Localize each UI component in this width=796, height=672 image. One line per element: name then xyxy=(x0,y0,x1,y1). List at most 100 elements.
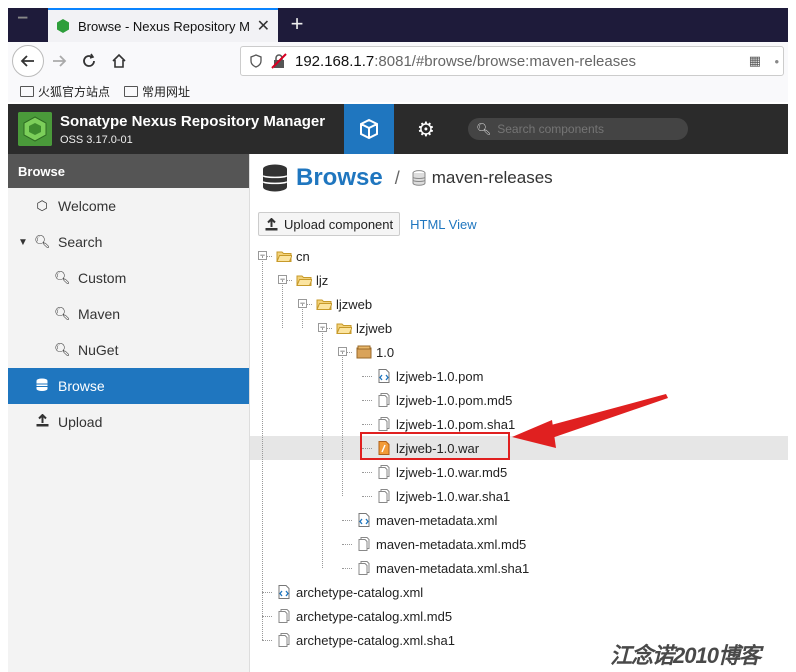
tree-row[interactable]: lzjweb-1.0.pom xyxy=(250,364,788,388)
tree-node-label: cn xyxy=(296,248,310,264)
url-text: 192.168.1.7:8081/#browse/browse:maven-re… xyxy=(295,53,636,70)
file-icon xyxy=(376,417,392,431)
tree-guide-line xyxy=(322,328,323,568)
repository-tree: cn − ljz − ljzweb − lzjweb −1.0− lzjweb-1.0.pom l… xyxy=(250,242,788,652)
forward-button[interactable] xyxy=(44,46,74,76)
page-title[interactable]: Browse xyxy=(296,164,383,192)
tree-node-label: maven-metadata.xml xyxy=(376,512,498,528)
tree-node-label: ljzweb xyxy=(336,296,373,312)
back-button[interactable] xyxy=(12,45,44,77)
tree-row[interactable]: archetype-catalog.xml xyxy=(250,580,788,604)
sidebar-item-upload[interactable]: Upload xyxy=(8,404,249,440)
tree-node-label: maven-metadata.xml.sha1 xyxy=(376,560,530,576)
sidebar-item-nuget[interactable]: 🔍︎ NuGet xyxy=(8,332,249,368)
tree-node-label: lzjweb xyxy=(356,320,393,336)
folder-open-icon xyxy=(276,249,292,263)
tree-node-label: lzjweb-1.0.pom.md5 xyxy=(396,392,513,408)
bookmark-1[interactable]: 火狐官方站点 xyxy=(20,83,110,100)
tree-guide-line xyxy=(282,280,283,328)
home-button[interactable] xyxy=(104,46,134,76)
tree-row[interactable]: archetype-catalog.xml.md5 xyxy=(250,604,788,628)
tree-row[interactable]: cn xyxy=(250,244,788,268)
file-icon xyxy=(276,609,292,623)
caret-down-icon[interactable]: ▼ xyxy=(18,237,28,248)
html-view-link[interactable]: HTML View xyxy=(410,217,476,232)
tree-guide-line xyxy=(262,256,263,640)
insecure-lock-icon[interactable] xyxy=(271,53,287,69)
tree-row[interactable]: lzjweb-1.0.war.md5 xyxy=(250,460,788,484)
sidebar-item-search[interactable]: ▼ 🔍︎ Search xyxy=(8,224,249,260)
search-box[interactable]: 🔍︎ xyxy=(468,118,688,140)
tree-row[interactable]: maven-metadata.xml.md5 xyxy=(250,532,788,556)
url-path: :8081/#browse/browse:maven-releases xyxy=(374,52,637,70)
reload-button[interactable] xyxy=(74,46,104,76)
annotation-highlight-box xyxy=(360,432,510,460)
search-icon: 🔍︎ xyxy=(34,234,51,249)
tree-connector xyxy=(362,400,372,401)
admin-mode-button[interactable]: ⚙ xyxy=(406,104,446,154)
app-title: Sonatype Nexus Repository Manager xyxy=(60,113,326,130)
tree-row[interactable]: maven-metadata.xml.sha1 xyxy=(250,556,788,580)
bookmarks-bar: 火狐官方站点 常用网址 xyxy=(8,80,788,102)
tree-row[interactable]: lzjweb-1.0.pom.md5 xyxy=(250,388,788,412)
browser-tab[interactable]: Browse - Nexus Repository M ✕ xyxy=(48,8,278,42)
nexus-header: Sonatype Nexus Repository Manager OSS 3.… xyxy=(8,104,788,154)
arrow-left-icon xyxy=(20,55,34,67)
file-icon xyxy=(356,561,372,575)
nexus-favicon-icon xyxy=(57,19,69,33)
tree-row[interactable]: 1.0 xyxy=(250,340,788,364)
browser-nav-bar: 192.168.1.7:8081/#browse/browse:maven-re… xyxy=(8,42,788,80)
nexus-logo-icon[interactable] xyxy=(18,112,52,146)
tree-row[interactable]: lzjweb-1.0.war xyxy=(250,436,788,460)
sidebar-item-label: Welcome xyxy=(58,198,117,214)
file-icon xyxy=(376,465,392,479)
file-icon xyxy=(356,537,372,551)
upload-icon xyxy=(34,413,50,430)
sidebar-item-label: NuGet xyxy=(78,342,119,358)
tree-node-label: archetype-catalog.xml.md5 xyxy=(296,608,453,624)
sidebar-item-maven[interactable]: 🔍︎ Maven xyxy=(8,296,249,332)
search-input[interactable] xyxy=(497,122,678,136)
folder-icon xyxy=(20,85,34,97)
tab-title: Browse - Nexus Repository M xyxy=(78,18,250,34)
arrow-right-icon xyxy=(53,55,67,67)
tree-row[interactable]: ljz xyxy=(250,268,788,292)
upload-component-button[interactable]: Upload component xyxy=(258,212,401,236)
folder-open-icon xyxy=(316,297,332,311)
tree-node-label: lzjweb-1.0.pom.sha1 xyxy=(396,416,516,432)
tree-row[interactable]: lzjweb-1.0.war.sha1 xyxy=(250,484,788,508)
new-tab-icon[interactable]: + xyxy=(282,11,312,37)
close-tab-icon[interactable]: ✕ xyxy=(257,16,270,36)
tree-connector xyxy=(362,472,372,473)
sidebar-item-welcome[interactable]: ⬡ Welcome xyxy=(8,188,249,224)
sidebar-item-label: Upload xyxy=(58,414,103,430)
tree-row[interactable]: ljzweb xyxy=(250,292,788,316)
tree-node-label: lzjweb-1.0.war.md5 xyxy=(396,464,508,480)
sidebar-item-browse[interactable]: Browse xyxy=(8,368,249,404)
shield-icon[interactable] xyxy=(249,54,263,68)
qr-code-icon[interactable]: ▦ xyxy=(749,53,761,69)
tree-connector xyxy=(362,496,372,497)
folder-icon xyxy=(124,85,139,97)
folder-open-icon xyxy=(296,273,312,287)
browse-mode-button[interactable] xyxy=(344,104,394,154)
toolbar: Upload component HTML View xyxy=(258,212,477,236)
cube-icon xyxy=(360,118,378,140)
tab-scroll-icon[interactable]: ▔ xyxy=(18,17,27,31)
tree-node-label: archetype-catalog.xml.sha1 xyxy=(296,632,455,648)
sidebar-item-custom[interactable]: 🔍︎ Custom xyxy=(8,260,249,296)
tree-node-label: maven-metadata.xml.md5 xyxy=(376,536,527,552)
tree-connector xyxy=(342,520,352,521)
url-bar[interactable]: 192.168.1.7:8081/#browse/browse:maven-re… xyxy=(240,46,784,76)
tree-row[interactable]: maven-metadata.xml xyxy=(250,508,788,532)
sidebar-item-label: Custom xyxy=(78,270,127,286)
reload-icon xyxy=(83,53,95,67)
more-icon[interactable]: • xyxy=(774,54,779,69)
repository-icon xyxy=(412,170,426,186)
tree-row[interactable]: lzjweb-1.0.pom.sha1 xyxy=(250,412,788,436)
bookmark-label: 常用网址 xyxy=(142,84,191,99)
search-icon: 🔍︎ xyxy=(54,342,71,357)
tree-node-label: lzjweb-1.0.war.sha1 xyxy=(396,488,511,504)
tree-connector xyxy=(262,592,272,593)
bookmark-2[interactable]: 常用网址 xyxy=(124,83,190,100)
